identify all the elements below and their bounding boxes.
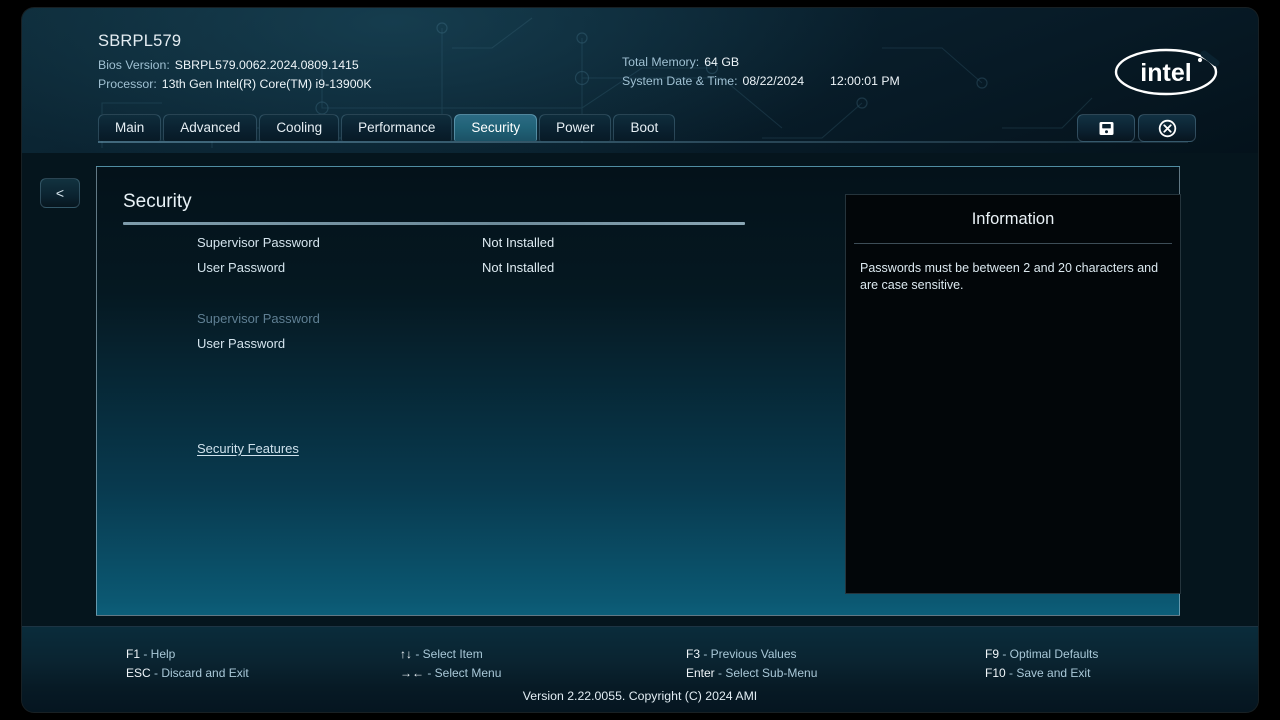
system-identity-block: SBRPL579 Bios Version: SBRPL579.0062.2024… xyxy=(98,32,372,94)
setting-label[interactable]: User Password xyxy=(197,258,285,278)
footer-hint: F1 - Help xyxy=(126,645,249,664)
setting-value: Not Installed xyxy=(482,235,555,250)
footer-hint-key: Enter xyxy=(686,666,715,680)
system-date-value[interactable]: 08/22/2024 xyxy=(743,74,805,88)
tab-boot[interactable]: Boot xyxy=(613,114,676,141)
footer-hint-desc: - Save and Exit xyxy=(1005,666,1091,680)
footer-column-4: F9 - Optimal Defaults F10 - Save and Exit xyxy=(985,645,1098,683)
footer-hint-desc: - Optimal Defaults xyxy=(999,647,1099,661)
bios-version-value: SBRPL579.0062.2024.0809.1415 xyxy=(174,58,359,72)
footer-hint-desc: - Discard and Exit xyxy=(150,666,249,680)
system-datetime-label: System Date & Time: xyxy=(622,74,738,88)
board-name: SBRPL579 xyxy=(98,32,182,50)
bios-version-row: Bios Version: SBRPL579.0062.2024.0809.141… xyxy=(98,56,372,75)
footer-hint-desc: - Select Sub-Menu xyxy=(714,666,818,680)
footer-hint-key: →← xyxy=(400,666,424,680)
system-status-block: Total Memory: 64 GB System Date & Time: 08… xyxy=(622,53,900,91)
tab-performance[interactable]: Performance xyxy=(341,114,453,141)
setting-label[interactable]: Supervisor Password xyxy=(197,233,320,253)
information-panel-title: Information xyxy=(971,210,1055,228)
footer-column-1: F1 - Help ESC - Discard and Exit xyxy=(126,645,249,683)
footer-hint-key: F1 xyxy=(126,647,141,661)
main-tab-bar: Main Advanced Cooling Performance Security Po… xyxy=(98,114,677,142)
setting-label: Supervisor Password xyxy=(197,311,320,326)
intel-logo-text: intel xyxy=(1140,59,1191,87)
total-memory-label: Total Memory: xyxy=(622,55,700,69)
footer-hint-key: ESC xyxy=(126,666,151,680)
version-copyright: Version 2.22.0055. Copyright (C) 2024 AM… xyxy=(522,689,758,703)
footer-hint-key: F10 xyxy=(985,666,1006,680)
floppy-disk-icon xyxy=(1099,121,1113,135)
setting-value: Not Installed xyxy=(482,260,555,275)
footer-hint-key: F3 xyxy=(686,647,701,661)
footer-hint-desc: - Help xyxy=(140,647,176,661)
footer-hint-key: ↑↓ xyxy=(400,647,412,661)
information-panel-body: Passwords must be between 2 and 20 chara… xyxy=(860,261,1159,292)
footer-hint-desc: - Previous Values xyxy=(700,647,797,661)
footer-hint: F3 - Previous Values xyxy=(686,645,817,664)
tab-power[interactable]: Power xyxy=(539,114,612,141)
processor-label: Processor: xyxy=(98,77,157,91)
save-button[interactable] xyxy=(1077,114,1135,142)
tab-cooling[interactable]: Cooling xyxy=(259,114,340,141)
information-panel: Information Passwords must be between 2 … xyxy=(845,194,1181,594)
tab-advanced[interactable]: Advanced xyxy=(163,114,258,141)
bios-version-label: Bios Version: xyxy=(98,58,170,72)
tab-security[interactable]: Security xyxy=(454,114,538,141)
footer-hint: ESC - Discard and Exit xyxy=(126,664,249,683)
bios-setup-window: SBRPL579 Bios Version: SBRPL579.0062.2024… xyxy=(22,8,1258,712)
footer-hint-desc: - Select Menu xyxy=(424,666,502,680)
total-memory-row: Total Memory: 64 GB xyxy=(622,53,900,72)
footer-hint: Enter - Select Sub-Menu xyxy=(686,664,817,683)
setting-label[interactable]: User Password xyxy=(197,334,285,354)
content-panel: Security Supervisor Password Not Installe… xyxy=(96,166,1181,616)
footer-hint: F10 - Save and Exit xyxy=(985,664,1098,683)
system-datetime-row: System Date & Time: 08/22/2024 12:00:01 PM xyxy=(622,72,900,91)
title-divider xyxy=(123,222,745,225)
processor-row: Processor: 13th Gen Intel(R) Core(TM) i9-… xyxy=(98,75,372,94)
back-chevron-icon: < xyxy=(55,185,65,201)
close-button[interactable] xyxy=(1138,114,1196,142)
footer-hint-desc: - Select Item xyxy=(412,647,483,661)
close-circle-icon xyxy=(1158,119,1176,137)
footer-column-2: ↑↓ - Select Item →← - Select Menu xyxy=(400,645,501,683)
total-memory-value: 64 GB xyxy=(704,55,740,69)
system-time-value[interactable]: 12:00:01 PM xyxy=(830,74,900,88)
footer-column-3: F3 - Previous Values Enter - Select Sub-M… xyxy=(686,645,817,683)
tab-main[interactable]: Main xyxy=(98,114,162,141)
back-button[interactable]: < xyxy=(40,178,80,208)
setting-label[interactable]: Security Features xyxy=(197,439,299,459)
footer-hint: →← - Select Menu xyxy=(400,664,501,683)
processor-value: 13th Gen Intel(R) Core(TM) i9-13900K xyxy=(161,77,372,91)
window-action-buttons xyxy=(1077,114,1196,142)
intel-logo: intel xyxy=(1114,48,1220,96)
footer-hint-key: F9 xyxy=(985,647,1000,661)
footer-hint: ↑↓ - Select Item xyxy=(400,645,501,664)
footer-hint: F9 - Optimal Defaults xyxy=(985,645,1098,664)
page-title: Security xyxy=(123,191,192,212)
footer-hint-bar: F1 - Help ESC - Discard and Exit ↑↓ - Sel… xyxy=(22,626,1258,712)
